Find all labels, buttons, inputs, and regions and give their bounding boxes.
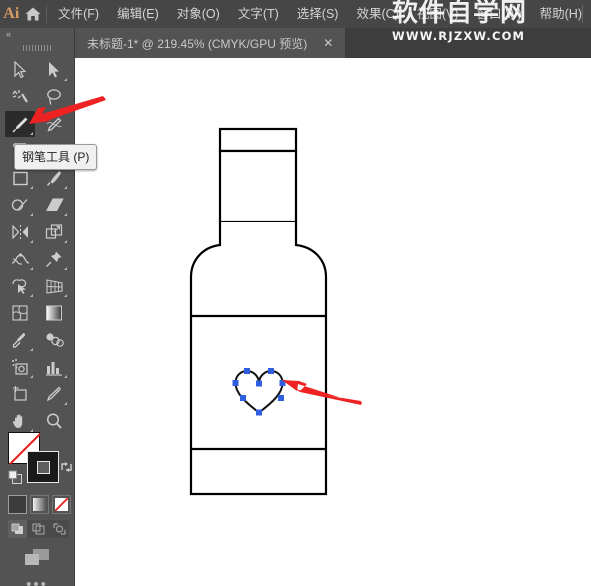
document-tab[interactable]: 未标题-1* @ 219.45% (CMYK/GPU 预览) ✕ xyxy=(75,28,346,58)
color-mode-flat[interactable] xyxy=(8,495,27,514)
pen-tool-tooltip: 钢笔工具 (P) xyxy=(14,144,98,170)
ai-logo: Ai xyxy=(3,5,20,22)
bottle-neck xyxy=(218,149,298,224)
menu-view[interactable]: 视图(V) xyxy=(408,3,468,25)
document-tab-title: 未标题-1* @ 219.45% (CMYK/GPU 预览) xyxy=(87,36,308,51)
anchor-point[interactable] xyxy=(240,395,246,401)
anchor-point[interactable] xyxy=(256,409,262,416)
anchor-point[interactable] xyxy=(244,368,250,374)
home-icon[interactable] xyxy=(23,0,43,28)
menu-bar: Ai 文件(F) 编辑(E) 对象(O) 文字(T) 选择(S) 效果(C) 视… xyxy=(0,0,591,28)
tools-panel: « ••• xyxy=(0,28,75,586)
illustrator-window: Ai 文件(F) 编辑(E) 对象(O) 文字(T) 选择(S) 效果(C) 视… xyxy=(0,0,591,586)
shaper-tool[interactable] xyxy=(5,192,35,218)
screen-mode-icon[interactable] xyxy=(24,548,50,572)
close-icon[interactable]: ✕ xyxy=(323,37,333,49)
artboard-canvas[interactable] xyxy=(75,58,591,586)
direct-selection-tool[interactable] xyxy=(39,57,69,83)
tool-grid xyxy=(0,54,74,434)
menu-window[interactable]: 窗口(W) xyxy=(468,3,531,25)
pen-tool[interactable] xyxy=(5,111,35,137)
menu-edit[interactable]: 编辑(E) xyxy=(108,3,168,25)
color-controls: ••• xyxy=(0,400,74,586)
color-mode-none[interactable] xyxy=(52,495,71,514)
color-mode-gradient[interactable] xyxy=(30,495,49,514)
bottle-cap xyxy=(218,127,298,153)
draw-normal-mode[interactable] xyxy=(8,520,27,538)
stroke-inner-square xyxy=(36,460,50,474)
mesh-tool[interactable] xyxy=(5,300,35,326)
tools-panel-header: « xyxy=(0,28,74,42)
anchor-point[interactable] xyxy=(278,395,284,401)
column-graph-tool[interactable] xyxy=(39,354,69,380)
menubar-divider xyxy=(46,5,48,23)
curvature-tool[interactable] xyxy=(39,111,69,137)
symbol-sprayer-tool[interactable] xyxy=(5,354,35,380)
anchor-point[interactable] xyxy=(232,380,239,386)
menu-file[interactable]: 文件(F) xyxy=(49,3,108,25)
lasso-tool[interactable] xyxy=(39,84,69,110)
eraser-tool[interactable] xyxy=(39,192,69,218)
swap-fill-stroke-icon[interactable] xyxy=(60,460,74,477)
default-fill-stroke-icon[interactable] xyxy=(8,470,23,490)
bottle-body xyxy=(189,222,328,496)
stroke-swatch[interactable] xyxy=(27,451,59,483)
free-transform-tool[interactable] xyxy=(39,246,69,272)
draw-behind-mode[interactable] xyxy=(29,520,48,538)
menu-object[interactable]: 对象(O) xyxy=(168,3,229,25)
menubar-right-divider xyxy=(582,5,583,23)
gradient-tool[interactable] xyxy=(39,300,69,326)
collapse-panel-icon[interactable]: « xyxy=(6,29,11,39)
anchor-point[interactable] xyxy=(256,380,262,387)
scale-tool[interactable] xyxy=(39,219,69,245)
draw-inside-mode[interactable] xyxy=(50,520,69,538)
menu-select[interactable]: 选择(S) xyxy=(288,3,348,25)
more-tools-icon[interactable]: ••• xyxy=(0,577,74,586)
menu-type[interactable]: 文字(T) xyxy=(229,3,288,25)
menu-effect[interactable]: 效果(C) xyxy=(347,3,407,25)
rotate-tool[interactable] xyxy=(5,219,35,245)
selection-tool[interactable] xyxy=(5,57,35,83)
width-tool[interactable] xyxy=(5,246,35,272)
eyedropper-tool[interactable] xyxy=(5,327,35,353)
perspective-grid-tool[interactable] xyxy=(39,273,69,299)
color-mode-buttons xyxy=(8,495,71,514)
shape-builder-tool[interactable] xyxy=(5,273,35,299)
drawing-mode-buttons xyxy=(8,520,69,538)
magic-wand-tool[interactable] xyxy=(5,84,35,110)
panel-drag-handle[interactable] xyxy=(0,42,74,54)
anchor-point[interactable] xyxy=(268,368,274,374)
blend-tool[interactable] xyxy=(39,327,69,353)
bottle-with-heart-label xyxy=(189,127,328,496)
anchor-point[interactable] xyxy=(279,380,286,386)
document-tab-bar: 未标题-1* @ 219.45% (CMYK/GPU 预览) ✕ xyxy=(75,28,591,58)
